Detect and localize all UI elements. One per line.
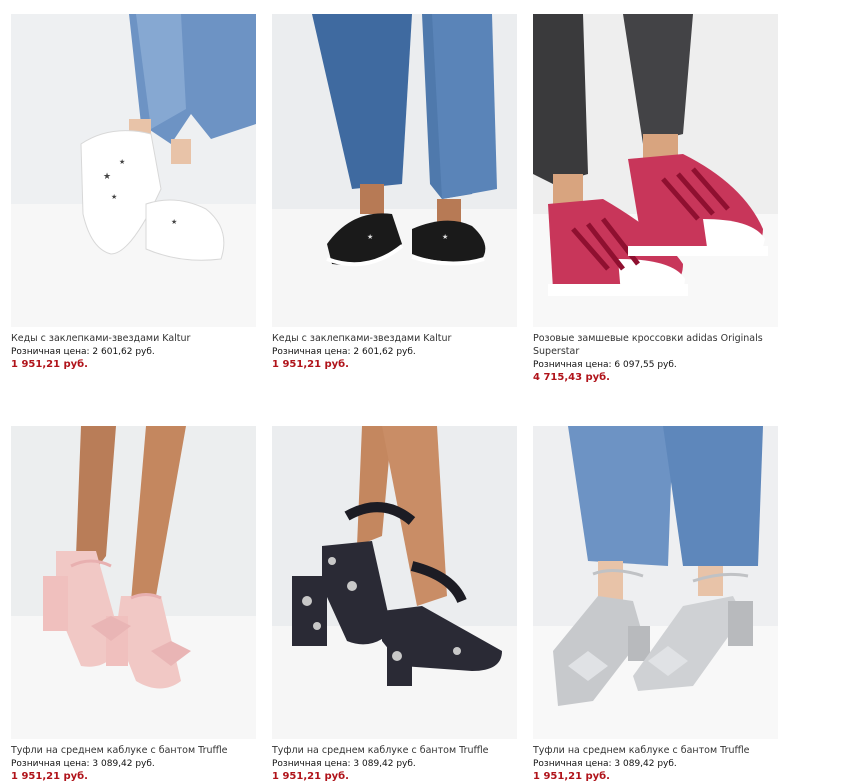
sale-price: 1 951,21 руб. xyxy=(533,771,610,782)
heels-photo-illustration xyxy=(533,426,778,739)
product-name[interactable]: Кеды с заклепками-звездами Kaltur xyxy=(11,332,256,345)
sale-price: 1 951,21 руб. xyxy=(272,771,349,782)
sale-price: 1 951,21 руб. xyxy=(11,771,88,782)
sneaker-photo-illustration xyxy=(533,14,778,327)
product-image-black-sneakers[interactable]: ★ ★ xyxy=(272,14,517,327)
product-card[interactable]: ★ ★ ★ ★ Кеды с заклепками-звездами Kaltu… xyxy=(11,14,256,371)
product-card[interactable]: Туфли на среднем каблуке с бантом Truffl… xyxy=(533,426,778,783)
sale-price: 4 715,43 руб. xyxy=(533,372,610,383)
product-card[interactable]: Розовые замшевые кроссовки adidas Origin… xyxy=(533,14,778,384)
retail-price: Розничная цена: 2 601,62 руб. xyxy=(11,347,155,357)
product-name[interactable]: Розовые замшевые кроссовки adidas Origin… xyxy=(533,332,778,358)
retail-price: Розничная цена: 3 089,42 руб. xyxy=(11,759,155,769)
retail-price: Розничная цена: 2 601,62 руб. xyxy=(272,347,416,357)
retail-price: Розничная цена: 3 089,42 руб. xyxy=(533,759,677,769)
retail-price: Розничная цена: 6 097,55 руб. xyxy=(533,360,677,370)
retail-price: Розничная цена: 3 089,42 руб. xyxy=(272,759,416,769)
svg-text:★: ★ xyxy=(111,193,117,201)
svg-text:★: ★ xyxy=(103,172,111,182)
sale-price: 1 951,21 руб. xyxy=(272,359,349,370)
product-card[interactable]: ★ ★ Кеды с заклепками-звездами Kaltur Ро… xyxy=(272,14,517,371)
product-card[interactable]: Туфли на среднем каблуке с бантом Truffl… xyxy=(11,426,256,783)
product-image-pink-heels[interactable] xyxy=(11,426,256,739)
product-image-pink-adidas[interactable] xyxy=(533,14,778,327)
product-name[interactable]: Туфли на среднем каблуке с бантом Truffl… xyxy=(272,744,517,757)
sneaker-photo-illustration: ★ ★ ★ ★ xyxy=(11,14,256,327)
product-card[interactable]: Туфли на среднем каблуке с бантом Truffl… xyxy=(272,426,517,783)
product-name[interactable]: Кеды с заклепками-звездами Kaltur xyxy=(272,332,517,345)
product-name[interactable]: Туфли на среднем каблуке с бантом Truffl… xyxy=(533,744,778,757)
heels-photo-illustration xyxy=(11,426,256,739)
product-image-floral-heels[interactable] xyxy=(272,426,517,739)
heels-photo-illustration xyxy=(272,426,517,739)
svg-text:★: ★ xyxy=(367,233,373,241)
svg-text:★: ★ xyxy=(171,218,177,226)
product-image-white-sneakers[interactable]: ★ ★ ★ ★ xyxy=(11,14,256,327)
product-name[interactable]: Туфли на среднем каблуке с бантом Truffl… xyxy=(11,744,256,757)
product-image-silver-heels[interactable] xyxy=(533,426,778,739)
svg-text:★: ★ xyxy=(119,158,125,166)
sale-price: 1 951,21 руб. xyxy=(11,359,88,370)
svg-text:★: ★ xyxy=(442,233,448,241)
sneaker-photo-illustration: ★ ★ xyxy=(272,14,517,327)
